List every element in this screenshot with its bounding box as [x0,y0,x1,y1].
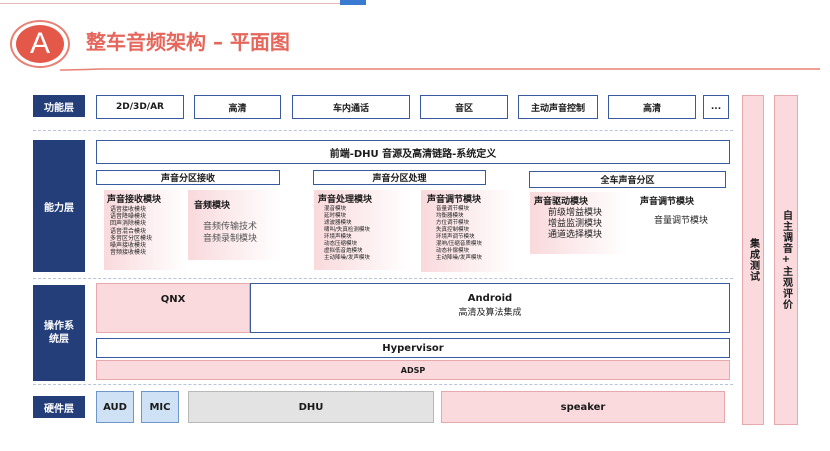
function-item[interactable]: 音区 [420,95,508,119]
group-header-receive: 声音分区接收 [96,170,280,185]
layer-divider [33,278,733,279]
module-item: 回声消除模块 [110,220,147,228]
module-adjust-volume: 声音调节模块 音量调节模块 [634,192,728,242]
module-item: 前级增益模块 [548,208,603,218]
function-item[interactable]: 车内通话 [292,95,410,119]
module-item-list: 混音模块 延时模块 滤波器模块 啸叫/失真检测模块 环境声模块 动态压缩模块 虚… [324,206,410,262]
side-integration-label: 集成测试 [747,238,759,282]
os-android-title: Android [467,293,513,304]
module-item: 滤波器模块 [324,220,352,226]
module-drive: 声音驱动模块 前级增益模块 增益监测模块 通道选择模块 [530,192,626,254]
group-header-process: 声音分区处理 [313,170,486,185]
module-item: 主动降噪/发声模块 [436,255,482,261]
module-item: 环境声调节模块 [436,234,475,240]
module-item: 主动降噪/发声模块 [324,255,370,261]
module-item: 音频录制模块 [203,234,258,244]
section-letter: A [29,27,50,60]
module-item: 语音混合模块 [110,227,147,235]
os-android-subtitle: 高清及算法集成 [458,308,522,318]
header-top-line [0,3,340,4]
module-item: 增益监测模块 [548,219,603,229]
module-item: 环境声模块 [324,234,352,240]
hardware-mic[interactable]: MIC [141,391,179,423]
module-audio: 音频模块 音频传输技术 音频录制模块 [188,190,280,260]
module-title: 声音驱动模块 [534,197,589,207]
module-item: 混音模块 [324,206,347,212]
module-title: 声音接收模块 [107,195,162,205]
capability-top-bar: 前端-DHU 音源及高清链路-系统定义 [96,140,730,164]
layer-divider [33,130,733,131]
module-adjust: 声音调节模块 音量调节模块 均衡器模块 方位调节模块 失真控制模块 环境声调节模… [421,190,515,272]
module-item: 动态补偿模块 [436,248,470,254]
layer-label-os: 操作系统层 [33,285,85,381]
module-process: 声音处理模块 混音模块 延时模块 滤波器模块 啸叫/失真检测模块 环境声模块 动… [314,190,410,270]
os-hypervisor[interactable]: Hypervisor [96,338,730,358]
module-item: 音量调节模块 [436,206,470,212]
function-item[interactable]: 高清 [608,95,696,119]
module-item: 通道选择模块 [548,230,603,240]
module-title: 声音调节模块 [427,195,482,205]
side-evaluation-label: 自主调音+主观评价 [780,210,792,310]
module-title: 声音处理模块 [318,195,373,205]
layer-label-function: 功能层 [33,95,85,117]
module-item-list: 前级增益模块 增益监测模块 通道选择模块 [548,208,626,241]
module-item-list: 语音接收模块 语音降噪模块 回声消除模块 语音混合模块 多音区分区模块 噪声接收… [110,206,186,256]
module-title: 声音调节模块 [640,197,695,207]
os-android[interactable]: Android 高清及算法集成 [250,283,730,333]
side-integration-test[interactable]: 集成测试 [742,95,764,425]
module-item: 延时模块 [324,213,347,219]
os-qnx[interactable]: QNX [96,283,250,333]
module-item: 多音区分区模块 [110,234,153,242]
module-item: 动态压缩模块 [324,241,358,247]
module-item: 音频传输技术 [203,222,258,232]
function-item[interactable]: 主动声音控制 [518,95,598,119]
module-title: 音频模块 [194,201,231,211]
module-item-list: 音量调节模块 [654,216,728,227]
function-item-more[interactable]: ... [703,95,729,119]
layer-label-hardware: 硬件层 [33,396,85,418]
module-item: 啸叫/失真检测模块 [324,227,370,233]
title-underline [60,68,820,71]
module-item: 失真控制模块 [436,227,470,233]
os-adsp[interactable]: ADSP [96,360,730,380]
layer-label-capability: 能力层 [33,140,85,272]
hardware-speaker[interactable]: speaker [441,391,725,423]
layer-divider [33,384,733,385]
page-title: 整车音频架构 – 平面图 [86,30,290,54]
module-item: 混响/压缩音质模块 [436,241,482,247]
header: A 整车音频架构 – 平面图 [0,0,830,80]
group-header-whole-car: 全车声音分区 [529,171,726,188]
hardware-dhu[interactable]: DHU [188,391,434,423]
module-item: 音量调节模块 [654,216,709,226]
module-item: 音频接收模块 [110,249,147,257]
module-item: 均衡器模块 [436,213,464,219]
function-item[interactable]: 2D/3D/AR [96,95,184,119]
side-tuning-evaluation[interactable]: 自主调音+主观评价 [774,95,798,425]
function-item[interactable]: 高清 [194,95,281,119]
module-item: 虚拟低音炮模块 [324,248,363,254]
module-receive: 声音接收模块 语音接收模块 语音降噪模块 回声消除模块 语音混合模块 多音区分区… [104,190,186,270]
module-item-list: 音量调节模块 均衡器模块 方位调节模块 失真控制模块 环境声调节模块 混响/压缩… [436,206,515,262]
module-item-list: 音频传输技术 音频录制模块 [203,221,280,245]
header-top-accent [340,0,366,5]
hardware-aud[interactable]: AUD [96,391,134,423]
module-item: 方位调节模块 [436,220,470,226]
